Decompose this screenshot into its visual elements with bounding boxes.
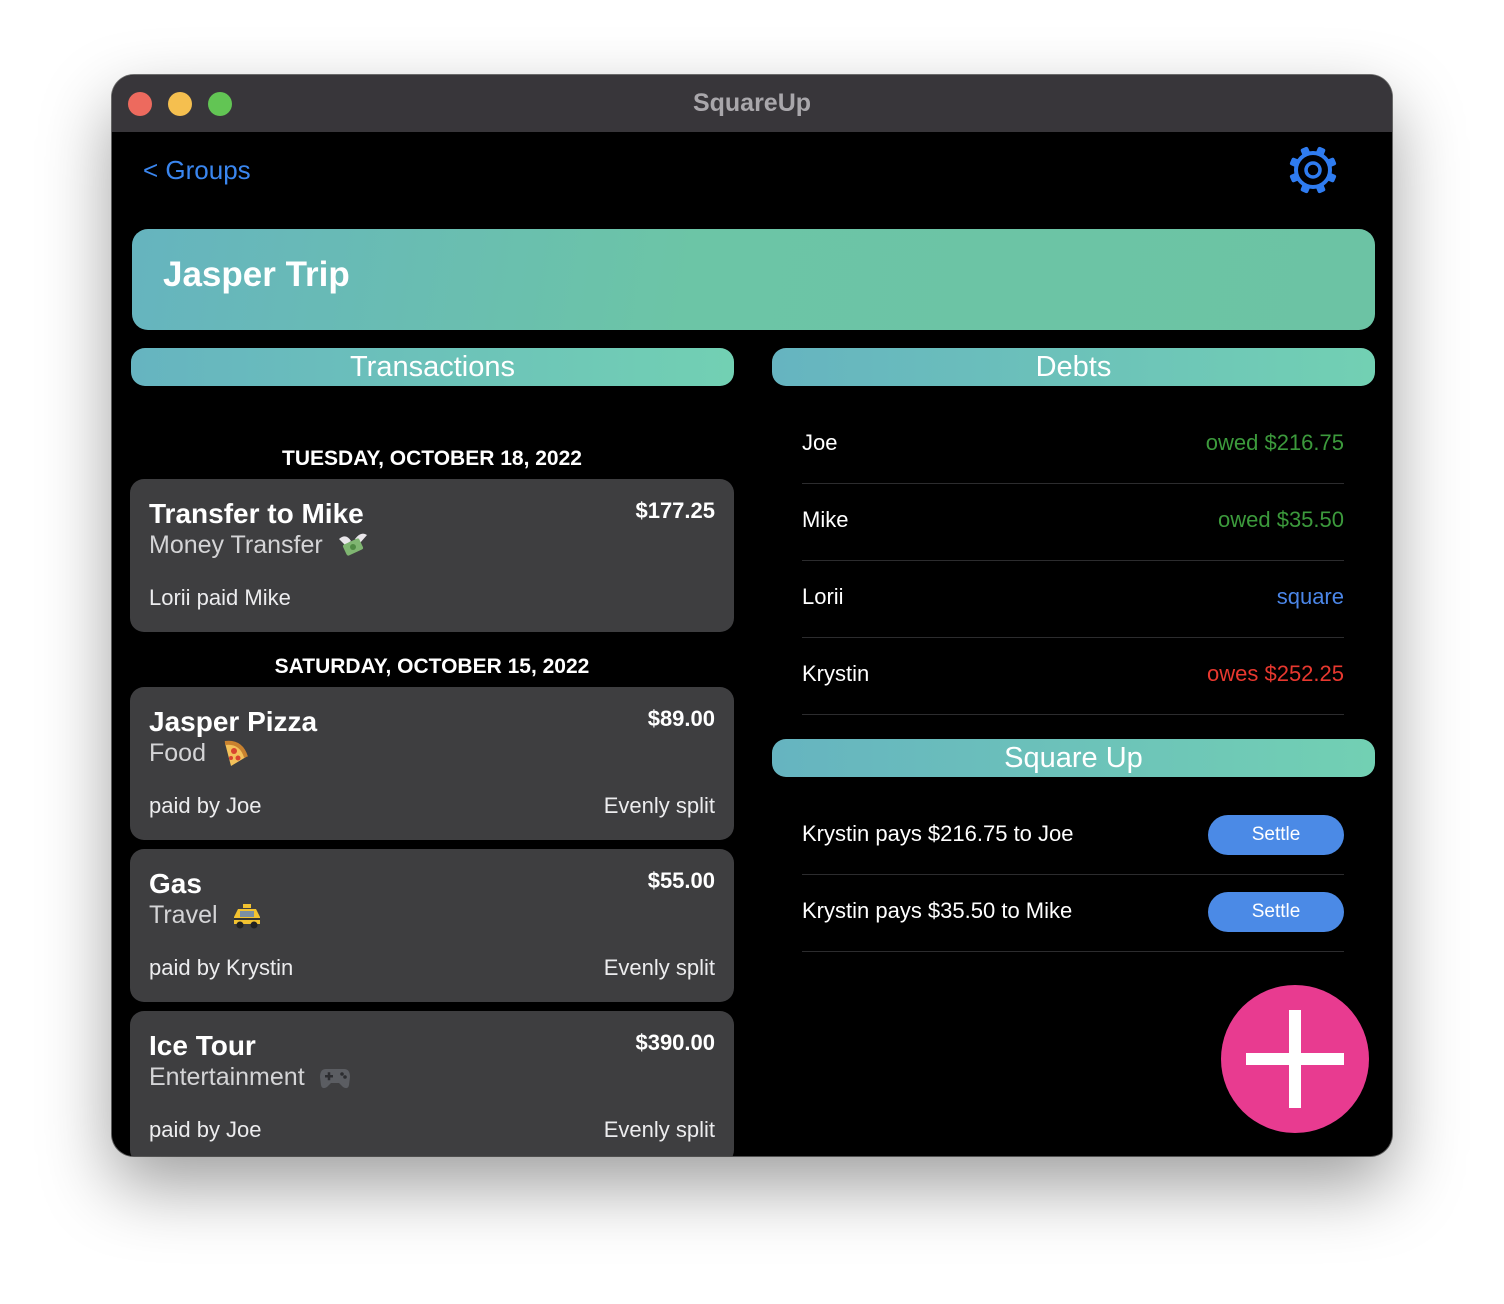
- taxi-icon: [234, 904, 261, 929]
- debt-row: Joe owed $216.75: [802, 406, 1344, 484]
- square-up-section-header: Square Up: [772, 739, 1375, 777]
- transaction-payer: paid by Joe: [149, 1117, 262, 1142]
- transaction-title: Gas: [149, 868, 202, 899]
- transaction-split: Evenly split: [603, 793, 715, 818]
- debt-row: Lorii square: [802, 560, 1344, 638]
- transaction-title: Jasper Pizza: [149, 706, 318, 737]
- category-label: Travel: [149, 901, 218, 929]
- app-window: SquareUp < Groups Jasper Trip Transactio…: [112, 75, 1392, 1156]
- transactions-section-header: Transactions: [131, 348, 734, 386]
- debt-status: square: [1276, 584, 1344, 609]
- debt-row: Krystin owes $252.25: [802, 637, 1344, 715]
- settle-button[interactable]: Settle: [1208, 815, 1344, 855]
- add-transaction-button[interactable]: [1221, 985, 1369, 1133]
- debt-status: owes $252.25: [1207, 661, 1344, 686]
- back-to-groups-link[interactable]: < Groups: [143, 155, 251, 186]
- group-title: Jasper Trip: [163, 255, 350, 294]
- transaction-amount: $390.00: [635, 1030, 715, 1055]
- pizza-icon: [224, 741, 248, 767]
- transaction-card[interactable]: Transfer to Mike $177.25 Money Transfer …: [130, 479, 734, 632]
- settlement-text: Krystin pays $35.50 to Mike: [802, 898, 1073, 923]
- transaction-category: Travel: [149, 901, 264, 930]
- transaction-split: Evenly split: [603, 955, 715, 980]
- transaction-payer: paid by Krystin: [149, 955, 294, 980]
- transaction-amount: $177.25: [635, 498, 715, 523]
- settlement-row: Krystin pays $216.75 to Joe Settle: [802, 797, 1344, 875]
- category-label: Money Transfer: [149, 531, 323, 559]
- group-header: Jasper Trip: [132, 229, 1375, 330]
- date-header: SATURDAY, OCTOBER 15, 2022: [274, 655, 590, 678]
- transaction-category: Entertainment: [149, 1063, 352, 1092]
- settlement-text: Krystin pays $216.75 to Joe: [802, 821, 1074, 846]
- date-header: TUESDAY, OCTOBER 18, 2022: [282, 447, 582, 470]
- debt-status: owed $35.50: [1218, 507, 1344, 532]
- transaction-category: Food: [149, 739, 249, 769]
- debt-person-name: Joe: [802, 430, 838, 455]
- debt-person-name: Lorii: [802, 584, 844, 609]
- debt-row: Mike owed $35.50: [802, 483, 1344, 561]
- debt-person-name: Mike: [802, 507, 849, 532]
- transaction-card[interactable]: Jasper Pizza $89.00 Food paid by Joe Eve…: [130, 687, 734, 840]
- transaction-split: Evenly split: [603, 1117, 715, 1142]
- plus-icon: [1246, 1010, 1344, 1108]
- transaction-card[interactable]: Gas $55.00 Travel paid by Krystin Evenly…: [130, 849, 734, 1002]
- transaction-title: Transfer to Mike: [149, 498, 364, 529]
- transaction-payer: paid by Joe: [149, 793, 262, 818]
- category-label: Entertainment: [149, 1063, 305, 1091]
- settle-button[interactable]: Settle: [1208, 892, 1344, 932]
- transaction-amount: $89.00: [647, 706, 715, 731]
- transaction-amount: $55.00: [647, 868, 715, 893]
- transaction-title: Ice Tour: [149, 1030, 256, 1061]
- debt-status: owed $216.75: [1205, 430, 1344, 455]
- main-content: < Groups Jasper Trip Transactions Debts …: [112, 132, 1392, 1156]
- money-wings-icon: [338, 534, 367, 556]
- gear-icon[interactable]: [1287, 144, 1339, 196]
- transaction-payer: Lorii paid Mike: [149, 585, 291, 610]
- title-bar[interactable]: SquareUp: [112, 75, 1392, 133]
- settlement-row: Krystin pays $35.50 to Mike Settle: [802, 874, 1344, 952]
- debts-section-header: Debts: [772, 348, 1375, 386]
- transaction-category: Money Transfer: [149, 531, 370, 561]
- category-label: Food: [149, 739, 206, 767]
- game-controller-icon: [319, 1069, 350, 1089]
- window-title: SquareUp: [692, 89, 812, 117]
- transaction-card[interactable]: Ice Tour $390.00 Entertainment paid by J…: [130, 1011, 734, 1156]
- debt-person-name: Krystin: [802, 661, 870, 686]
